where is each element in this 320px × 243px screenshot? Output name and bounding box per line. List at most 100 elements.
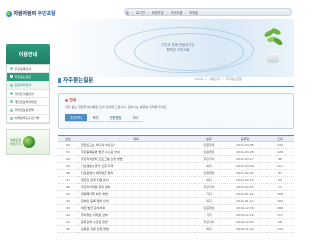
bullet-icon bbox=[10, 83, 13, 87]
row-date: 2011-03-28 bbox=[224, 148, 266, 156]
table-row[interactable]: 50 주민자치센터 프로그램 신청 방법 주민자치 2011-03-17 96 bbox=[58, 155, 294, 163]
row-views: 87 bbox=[266, 169, 294, 177]
title-marker-icon bbox=[58, 77, 61, 83]
table-row[interactable]: 42 주차위반 과태료 납부 기타 2010-12-16 117 bbox=[58, 211, 294, 219]
sidebar-item-copyright[interactable]: 저작권보호정책 bbox=[7, 106, 49, 115]
row-category: 복지 bbox=[194, 197, 224, 205]
row-date: 2010-11-22 bbox=[224, 225, 266, 233]
logo-emblem-icon bbox=[6, 10, 12, 17]
tab-etc[interactable]: 기타 bbox=[127, 114, 144, 122]
nav-join-link[interactable]: 회원가입 bbox=[152, 10, 164, 15]
row-number: 40 bbox=[58, 225, 78, 233]
table-row[interactable]: 48 인감증명서 대리발급 절차 민원행정 2011-02-25 87 bbox=[58, 169, 294, 177]
sidebar-item-privacy[interactable]: 개인정보처리방침 bbox=[7, 98, 49, 107]
row-views: 96 bbox=[266, 155, 294, 163]
table-row[interactable]: 51 주민등록등본 발급 수수료 안내 민원행정 2011-03-28 128 bbox=[58, 148, 294, 156]
row-views: 117 bbox=[266, 211, 294, 219]
row-number: 52 bbox=[58, 141, 78, 149]
row-category: 주민자치 bbox=[194, 183, 224, 191]
row-category: 기타 bbox=[194, 190, 224, 198]
row-category: 기타 bbox=[194, 211, 224, 219]
row-number: 43 bbox=[58, 204, 78, 212]
table-row[interactable]: 41 문화강좌 수강료 환불 주민자치 2010-12-03 58 bbox=[58, 218, 294, 226]
row-title-link[interactable]: 대형폐기물 처리 방법 bbox=[78, 190, 194, 198]
row-number: 46 bbox=[58, 183, 78, 191]
table-row[interactable]: 49 기초생활수급자 신청 자격 복지 2011-03-09 211 bbox=[58, 162, 294, 170]
row-date: 2011-01-12 bbox=[224, 197, 266, 205]
row-date: 2011-02-03 bbox=[224, 183, 266, 191]
sidebar-menu: 주민등록안내 자주묻는질문 민원처리안내 사이트이용안내 개인정보처리방침 저작… bbox=[6, 64, 50, 125]
bullet-icon bbox=[10, 92, 13, 96]
table-row[interactable]: 46 주민자치위원 위촉 절차 주민자치 2011-02-03 72 bbox=[58, 183, 294, 191]
row-title-link[interactable]: 인감증명서 대리발급 절차 bbox=[78, 169, 194, 177]
row-title-link[interactable]: 전입신고는 어디서 하나요? bbox=[78, 141, 194, 149]
row-views: 72 bbox=[266, 183, 294, 191]
row-number: 41 bbox=[58, 218, 78, 226]
tab-civil-admin[interactable]: 민원행정 bbox=[104, 114, 127, 122]
sidebar-item-email-policy[interactable]: 이메일무단수집거부 bbox=[7, 115, 49, 124]
breadcrumb-current: 자주묻는질문 bbox=[225, 77, 242, 81]
sidebar-title: 이용안내 bbox=[6, 44, 50, 64]
hero-slogan: 주민과 함께 만들어가는 행복한 지역사회 bbox=[161, 43, 195, 52]
row-views: 64 bbox=[266, 176, 294, 184]
globe-icon bbox=[23, 136, 36, 149]
table-row[interactable]: 52 전입신고는 어디서 하나요? 민원행정 2011-04-06 143 bbox=[58, 141, 294, 149]
nav-mobile-link[interactable]: 모바일 bbox=[189, 10, 198, 15]
nav-login-link[interactable]: 로그인 bbox=[136, 10, 145, 15]
row-category: 복지 bbox=[194, 225, 224, 233]
row-title-link[interactable]: 주민등록등본 발급 수수료 안내 bbox=[78, 148, 194, 156]
sidebar-item-site-guide[interactable]: 사이트이용안내 bbox=[7, 90, 49, 99]
sidebar-item-civil-petition[interactable]: 민원처리안내 bbox=[7, 81, 49, 90]
bullet-icon bbox=[10, 100, 13, 104]
row-number: 51 bbox=[58, 148, 78, 156]
faq-table-wrapper: 번호 제목 분류 등록일 조회 52 전입신고는 어디서 하나요? 민원행정 2011… bbox=[58, 135, 294, 233]
tab-resident-autonomy[interactable]: 주민자치 bbox=[65, 114, 87, 122]
row-category: 주민자치 bbox=[194, 218, 224, 226]
row-number: 47 bbox=[58, 176, 78, 184]
nav-home-link[interactable]: 홈 bbox=[126, 10, 129, 15]
row-title-link[interactable]: 주민자치센터 프로그램 신청 방법 bbox=[78, 155, 194, 163]
faq-table: 번호 제목 분류 등록일 조회 52 전입신고는 어디서 하나요? 민원행정 2011… bbox=[58, 135, 294, 233]
row-date: 2011-02-25 bbox=[224, 169, 266, 177]
row-number: 50 bbox=[58, 155, 78, 163]
row-category: 민원행정 bbox=[194, 141, 224, 149]
row-views: 134 bbox=[266, 225, 294, 233]
faq-table-body: 52 전입신고는 어디서 하나요? 민원행정 2011-04-06 143 51 주민등록등… bbox=[58, 141, 294, 233]
row-title-link[interactable]: 여권 발급 준비서류 bbox=[78, 204, 194, 212]
row-number: 49 bbox=[58, 162, 78, 170]
row-views: 189 bbox=[266, 204, 294, 212]
sidebar-item-resident-registration[interactable]: 주민등록안내 bbox=[7, 65, 49, 74]
sidebar-item-faq[interactable]: 자주묻는질문 bbox=[7, 73, 49, 82]
nav-sitemap-link[interactable]: 사이트맵 bbox=[171, 10, 183, 15]
row-category: 민원행정 bbox=[194, 204, 224, 212]
tab-welfare[interactable]: 복지 bbox=[87, 114, 104, 122]
row-title-link[interactable]: 주차위반 과태료 납부 bbox=[78, 211, 194, 219]
main-content: 자주묻는질문 Home > 이용안내 > 자주묻는질문 안내 자주 묻는 질문을… bbox=[58, 76, 294, 233]
table-row[interactable]: 47 경로당 운영 지원 문의 복지 2011-02-14 64 bbox=[58, 176, 294, 184]
table-row[interactable]: 45 대형폐기물 처리 방법 기타 2011-01-21 158 bbox=[58, 190, 294, 198]
row-title-link[interactable]: 기초생활수급자 신청 자격 bbox=[78, 162, 194, 170]
breadcrumb-guide[interactable]: 이용안내 bbox=[209, 77, 220, 81]
row-title-link[interactable]: 보육료 지원 신청 방법 bbox=[78, 225, 194, 233]
notice-bullet-icon bbox=[65, 99, 68, 102]
row-title-link[interactable]: 주민자치위원 위촉 절차 bbox=[78, 183, 194, 191]
row-title-link[interactable]: 경로당 운영 지원 문의 bbox=[78, 176, 194, 184]
row-date: 2011-01-21 bbox=[224, 190, 266, 198]
row-views: 58 bbox=[266, 218, 294, 226]
breadcrumb-home[interactable]: Home bbox=[195, 77, 204, 81]
logo-text: 자원자원의 주민포탈 bbox=[13, 11, 56, 17]
row-title-link[interactable]: 문화강좌 수강료 환불 bbox=[78, 218, 194, 226]
row-date: 2010-12-03 bbox=[224, 218, 266, 226]
row-views: 103 bbox=[266, 197, 294, 205]
site-logo[interactable]: 자원자원의 주민포탈 bbox=[6, 10, 56, 17]
row-views: 128 bbox=[266, 148, 294, 156]
row-title-link[interactable]: 장애인 등록 절차 안내 bbox=[78, 197, 194, 205]
row-views: 211 bbox=[266, 162, 294, 170]
notice-title: 안내 bbox=[65, 98, 287, 103]
table-row[interactable]: 40 보육료 지원 신청 방법 복지 2010-11-22 134 bbox=[58, 225, 294, 233]
sidebar-promo-banner[interactable]: 생활민원 바로가기 bbox=[6, 129, 50, 156]
bullet-icon bbox=[10, 116, 13, 120]
table-row[interactable]: 43 여권 발급 준비서류 민원행정 2010-12-30 189 bbox=[58, 204, 294, 212]
table-row[interactable]: 44 장애인 등록 절차 안내 복지 2011-01-12 103 bbox=[58, 197, 294, 205]
notice-box: 안내 자주 묻는 질문을 분야별로 모아 안내해 드립니다. 원하시는 분류를 … bbox=[58, 93, 294, 129]
